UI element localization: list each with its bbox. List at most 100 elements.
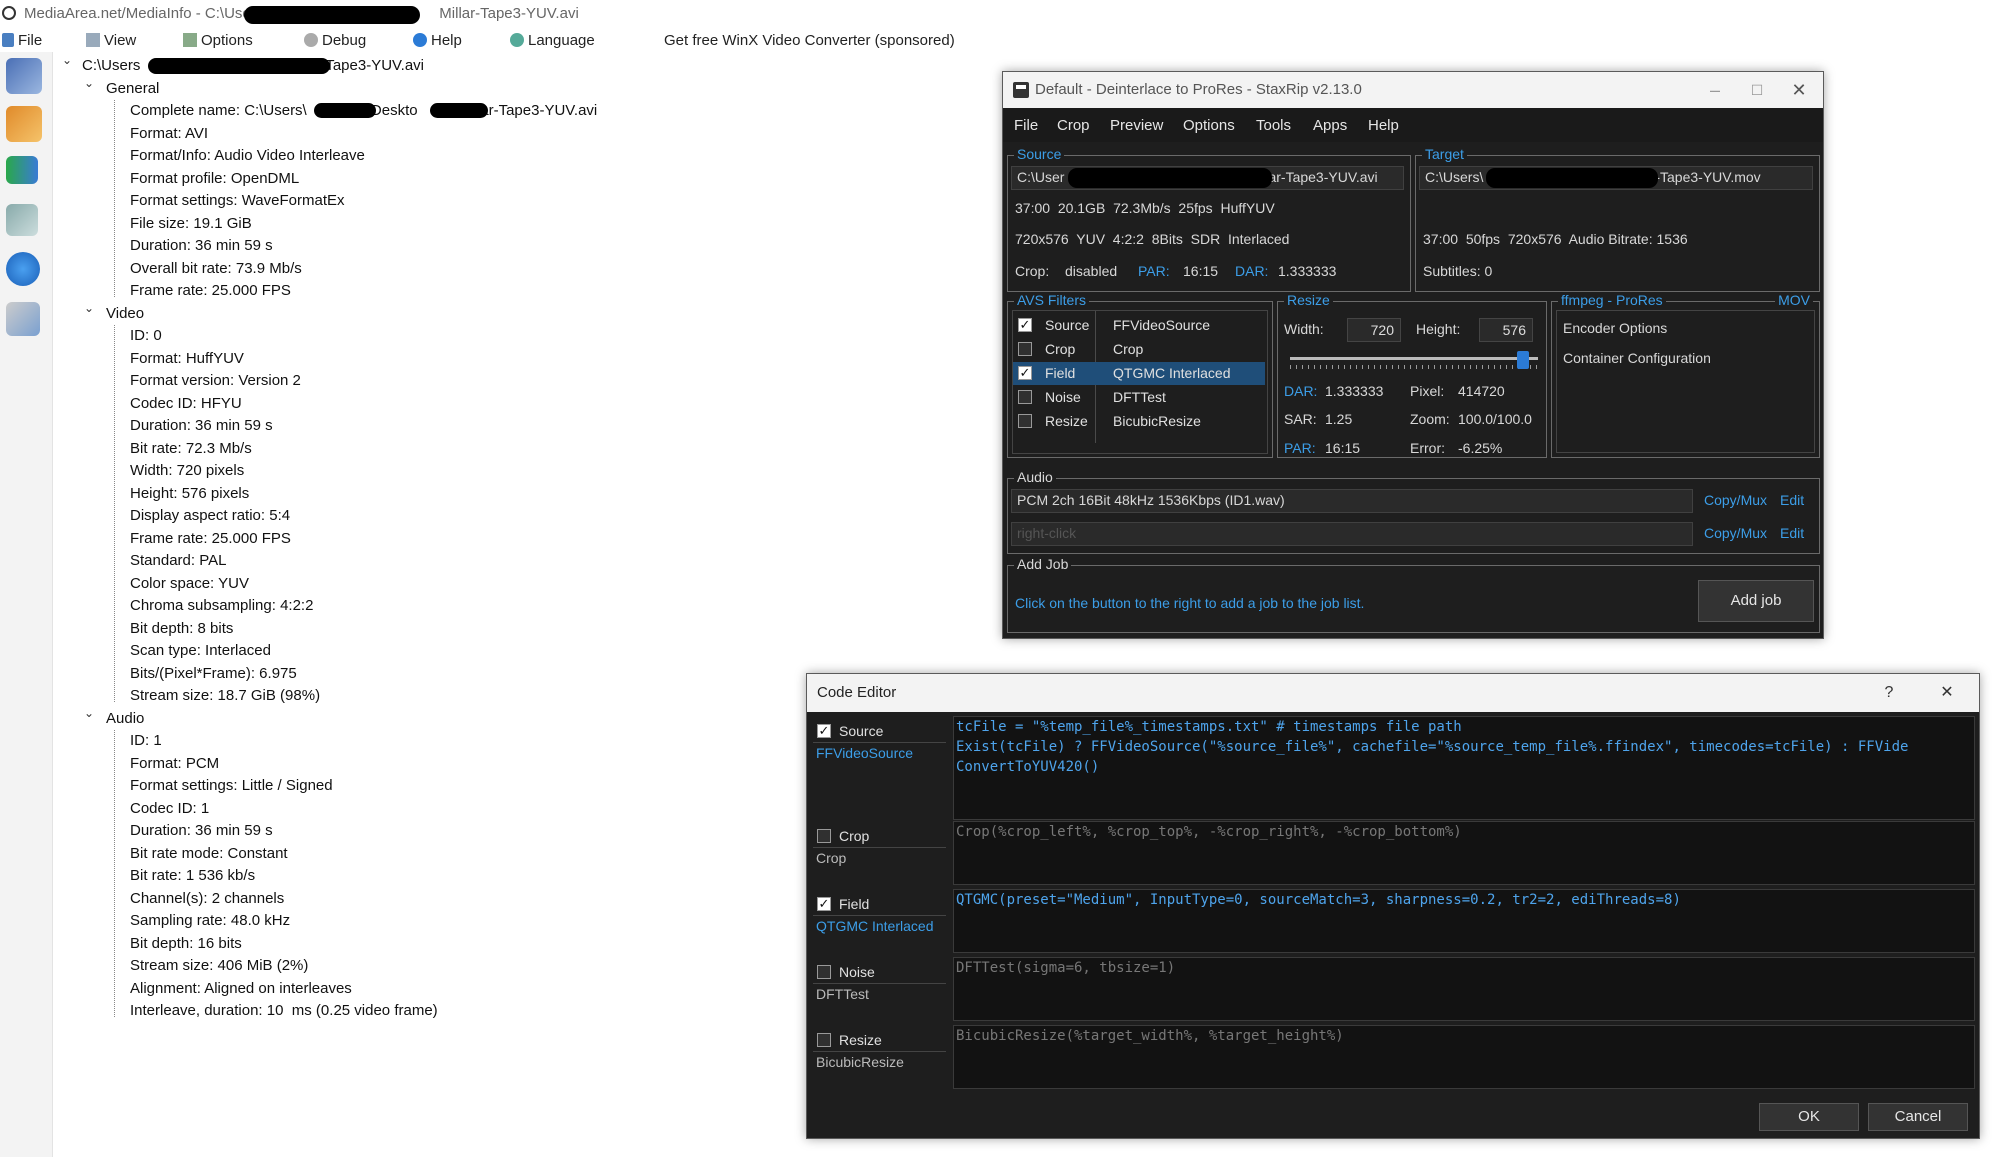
tree-item[interactable]: Codec ID: HFYU [130,395,242,412]
tree-item[interactable]: Bit rate mode: Constant [130,845,288,862]
container-legend[interactable]: MOV [1775,292,1813,308]
tree-item[interactable]: Codec ID: 1 [130,800,209,817]
tree-item[interactable]: Bit depth: 16 bits [130,935,242,952]
tree-item[interactable]: Format profile: OpenDML [130,170,299,187]
tree-item[interactable]: Format: HuffYUV [130,350,244,367]
tree-item[interactable]: Format settings: WaveFormatEx [130,192,345,209]
tree-section-chevron-icon[interactable]: ⌄ [84,706,94,720]
menu-view[interactable]: View [86,32,136,49]
maximize-button[interactable]: ☐ [1737,76,1777,104]
code-row-filter-name[interactable]: BicubicResize [813,1054,946,1074]
code-editor-textbox[interactable]: DFTTest(sigma=6, tbsize=1) [953,957,1975,1021]
tree-root-chevron-icon[interactable]: ⌄ [62,53,72,67]
tree-item[interactable]: Scan type: Interlaced [130,642,271,659]
resize-slider-thumb[interactable] [1516,351,1529,369]
container-config-item[interactable]: Container Configuration [1563,350,1711,366]
resize-par-label[interactable]: PAR: [1284,440,1316,456]
filter-checkbox[interactable] [1018,342,1032,356]
tree-section-chevron-icon[interactable]: ⌄ [84,301,94,315]
code-row-checkbox[interactable]: ✓ [817,724,831,738]
code-editor-textbox[interactable]: Crop(%crop_left%, %crop_top%, -%crop_rig… [953,821,1975,885]
cancel-button[interactable]: Cancel [1868,1103,1968,1131]
resize-dar-label[interactable]: DAR: [1284,383,1317,399]
resize-slider[interactable] [1290,351,1538,371]
filter-checkbox[interactable] [1018,390,1032,404]
tree-item[interactable]: Stream size: 18.7 GiB (98%) [130,687,320,704]
stax-menu-help[interactable]: Help [1368,117,1399,134]
tree-item[interactable]: Stream size: 406 MiB (2%) [130,957,308,974]
stax-menu-tools[interactable]: Tools [1256,117,1291,134]
tree-item[interactable]: Sampling rate: 48.0 kHz [130,912,290,929]
code-editor-textbox[interactable]: QTGMC(preset="Medium", InputType=0, sour… [953,889,1975,953]
tree-section-chevron-icon[interactable]: ⌄ [84,76,94,90]
filter-row-noise[interactable]: Noise DFTTest [1013,386,1265,409]
knowledge-base-icon[interactable] [6,302,40,336]
tree-item[interactable]: Bit rate: 1 536 kb/s [130,867,255,884]
filter-row-field[interactable]: ✓ Field QTGMC Interlaced [1013,362,1265,385]
encoder-options-item[interactable]: Encoder Options [1563,320,1667,336]
source-par-label[interactable]: PAR: [1138,263,1170,279]
tree-item[interactable]: Interleave, duration: 10 ms (0.25 video … [130,1002,438,1019]
stax-menu-apps[interactable]: Apps [1313,117,1347,134]
tree-item[interactable]: ID: 1 [130,732,162,749]
tree-item[interactable]: Standard: PAL [130,552,226,569]
tree-item[interactable]: Format: AVI [130,125,208,142]
audio-track2-copymux[interactable]: Copy/Mux [1704,525,1767,541]
audio-track2-edit[interactable]: Edit [1780,525,1804,541]
preferences-icon[interactable] [6,204,38,236]
audio-track2-field[interactable]: right-click [1011,522,1693,546]
code-editor-textbox[interactable]: tcFile = "%temp_file%_timestamps.txt" # … [953,716,1975,820]
filter-list[interactable]: ✓ Source FFVideoSource Crop Crop ✓ Field QTGMC … [1012,310,1268,454]
tree-item[interactable]: Bits/(Pixel*Frame): 6.975 [130,665,297,682]
filter-row-source[interactable]: ✓ Source FFVideoSource [1013,314,1265,337]
export-icon[interactable] [6,156,38,184]
filter-checkbox[interactable] [1018,414,1032,428]
tree-item[interactable]: Duration: 36 min 59 s [130,237,273,254]
encoder-legend[interactable]: ffmpeg - ProRes [1558,292,1666,308]
tree-item[interactable]: Frame rate: 25.000 FPS [130,282,291,299]
audio-track1-field[interactable]: PCM 2ch 16Bit 48kHz 1536Kbps (ID1.wav) [1011,489,1693,513]
about-icon[interactable] [6,252,40,286]
tree-item[interactable]: Bit depth: 8 bits [130,620,233,637]
code-row-checkbox[interactable] [817,829,831,843]
menu-debug[interactable]: Debug [304,32,366,49]
code-row-checkbox[interactable] [817,965,831,979]
tree-item[interactable]: Color space: YUV [130,575,249,592]
menu-file[interactable]: File [2,32,42,49]
tree-item[interactable]: ID: 0 [130,327,162,344]
open-folder-icon[interactable] [6,106,42,142]
filter-row-crop[interactable]: Crop Crop [1013,338,1265,361]
code-row-filter-name[interactable]: FFVideoSource [813,745,946,765]
minimize-button[interactable]: – [1695,76,1735,104]
code-row-filter-name[interactable]: Crop [813,850,946,870]
ok-button[interactable]: OK [1759,1103,1859,1131]
stax-menu-options[interactable]: Options [1183,117,1235,134]
menu-language[interactable]: Language [510,32,595,49]
tree-item[interactable]: Channel(s): 2 channels [130,890,284,907]
tree-item[interactable]: Height: 576 pixels [130,485,249,502]
tree-item[interactable]: Format: PCM [130,755,219,772]
audio-track1-copymux[interactable]: Copy/Mux [1704,492,1767,508]
menu-options[interactable]: Options [183,32,253,49]
tree-item[interactable]: Bit rate: 72.3 Mb/s [130,440,252,457]
tree-item[interactable]: Format settings: Little / Signed [130,777,333,794]
stax-menu-crop[interactable]: Crop [1057,117,1090,134]
tree-section-audio[interactable]: Audio [106,710,144,727]
tree-item[interactable]: Alignment: Aligned on interleaves [130,980,352,997]
tree-item[interactable]: Duration: 36 min 59 s [130,417,273,434]
tree-section-video[interactable]: Video [106,305,144,322]
tree-item[interactable]: Chroma subsampling: 4:2:2 [130,597,313,614]
audio-track1-edit[interactable]: Edit [1780,492,1804,508]
code-row-checkbox[interactable] [817,1033,831,1047]
menu-help[interactable]: Help [413,32,462,49]
tree-item[interactable]: Display aspect ratio: 5:4 [130,507,290,524]
tree-item[interactable]: Format version: Version 2 [130,372,301,389]
filter-checkbox[interactable]: ✓ [1018,318,1032,332]
stax-menu-file[interactable]: File [1014,117,1038,134]
tree-item[interactable]: Overall bit rate: 73.9 Mb/s [130,260,302,277]
stax-menu-preview[interactable]: Preview [1110,117,1163,134]
resize-height-input[interactable]: 576 [1479,318,1533,342]
help-button[interactable]: ? [1869,679,1909,707]
tree-item[interactable]: File size: 19.1 GiB [130,215,252,232]
code-row-checkbox[interactable]: ✓ [817,897,831,911]
